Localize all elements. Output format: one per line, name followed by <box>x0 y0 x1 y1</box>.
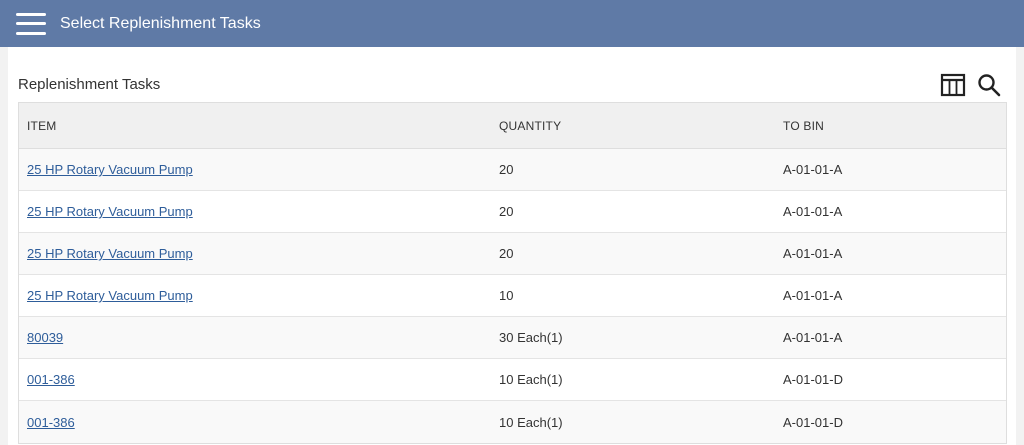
quantity-cell: 10 Each(1) <box>499 414 563 430</box>
quantity-cell: 10 Each(1) <box>499 372 563 387</box>
to-bin-cell: A-01-01-A <box>783 288 843 303</box>
table-row: 001-386 10 Each(1) A-01-01-D <box>19 401 1006 443</box>
column-header-to-bin[interactable]: TO BIN <box>775 119 1006 133</box>
replenishment-tasks-table: ITEM QUANTITY TO BIN 25 HP Rotary Vacuum… <box>18 102 1007 444</box>
item-link[interactable]: 25 HP Rotary Vacuum Pump <box>27 162 193 177</box>
table-row: 001-386 10 Each(1) A-01-01-D <box>19 359 1006 401</box>
table-row: 25 HP Rotary Vacuum Pump 10 A-01-01-A <box>19 275 1006 317</box>
item-link[interactable]: 25 HP Rotary Vacuum Pump <box>27 288 193 303</box>
menu-line <box>16 31 46 35</box>
to-bin-cell: A-01-01-A <box>783 330 843 345</box>
table-row: 25 HP Rotary Vacuum Pump 20 A-01-01-A <box>19 233 1006 275</box>
item-link[interactable]: 80039 <box>27 330 63 345</box>
quantity-cell: 10 <box>499 288 514 303</box>
item-link[interactable]: 25 HP Rotary Vacuum Pump <box>27 246 193 261</box>
search-icon[interactable] <box>976 72 1002 98</box>
item-link[interactable]: 001-386 <box>27 372 75 387</box>
table-row: 80039 30 Each(1) A-01-01-A <box>19 317 1006 359</box>
to-bin-cell: A-01-01-D <box>783 372 843 387</box>
table-body: 25 HP Rotary Vacuum Pump 20 A-01-01-A 25… <box>19 149 1006 443</box>
menu-line <box>16 22 46 25</box>
to-bin-cell: A-01-01-A <box>783 246 843 261</box>
column-header-quantity[interactable]: QUANTITY <box>491 119 775 133</box>
quantity-cell: 20 <box>499 246 514 261</box>
table-row: 25 HP Rotary Vacuum Pump 20 A-01-01-A <box>19 191 1006 233</box>
top-bar: Select Replenishment Tasks <box>0 0 1024 47</box>
menu-line <box>16 12 46 16</box>
item-link[interactable]: 001-386 <box>27 415 75 430</box>
quantity-cell: 30 Each(1) <box>499 330 563 345</box>
columns-icon[interactable] <box>940 72 966 98</box>
item-link[interactable]: 25 HP Rotary Vacuum Pump <box>27 204 193 219</box>
section-title: Replenishment Tasks <box>18 76 161 93</box>
table-toolbar <box>940 72 1002 98</box>
to-bin-cell: A-01-01-A <box>783 162 843 177</box>
hamburger-menu-icon[interactable] <box>16 12 46 36</box>
page-title: Select Replenishment Tasks <box>60 14 261 32</box>
to-bin-cell: A-01-01-A <box>783 204 843 219</box>
table-header: ITEM QUANTITY TO BIN <box>19 103 1006 149</box>
table-row: 25 HP Rotary Vacuum Pump 20 A-01-01-A <box>19 149 1006 191</box>
column-header-item[interactable]: ITEM <box>19 119 491 133</box>
quantity-cell: 20 <box>499 204 514 219</box>
to-bin-cell: A-01-01-D <box>783 414 843 430</box>
quantity-cell: 20 <box>499 162 514 177</box>
